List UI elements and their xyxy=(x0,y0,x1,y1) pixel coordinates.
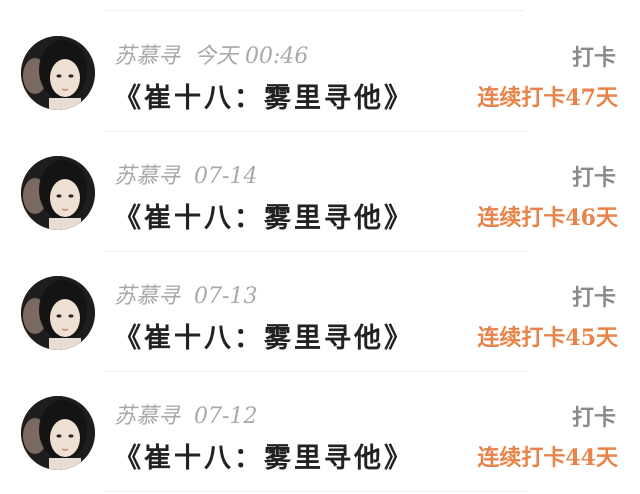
streak-count: 连续打卡45天 xyxy=(477,325,618,351)
author-name[interactable]: 苏慕寻 xyxy=(114,284,180,309)
checkin-label: 打卡 xyxy=(571,165,616,191)
post-meta: 苏慕寻 今天 00:46 xyxy=(114,38,308,70)
author-name[interactable]: 苏慕寻 xyxy=(114,44,180,69)
post-date: 07-14 xyxy=(194,164,258,189)
streak-count: 连续打卡47天 xyxy=(477,85,618,111)
book-title[interactable]: 《崔十八：雾里寻他》 xyxy=(114,436,414,475)
checkin-feed: 苏慕寻 今天 00:46 《崔十八：雾里寻他》 打卡 连续打卡47天 苏慕寻 07-… xyxy=(0,12,640,492)
avatar[interactable] xyxy=(21,276,95,350)
checkin-label: 打卡 xyxy=(571,45,616,71)
checkin-item[interactable]: 苏慕寻 07-14 《崔十八：雾里寻他》 打卡 连续打卡46天 xyxy=(0,132,640,252)
post-meta: 苏慕寻 07-12 xyxy=(114,398,257,430)
book-title[interactable]: 《崔十八：雾里寻他》 xyxy=(114,76,414,115)
book-title[interactable]: 《崔十八：雾里寻他》 xyxy=(114,196,414,235)
divider xyxy=(104,491,528,492)
checkin-item[interactable]: 苏慕寻 07-12 《崔十八：雾里寻他》 打卡 连续打卡44天 xyxy=(0,372,640,492)
post-meta: 苏慕寻 07-14 xyxy=(114,158,257,190)
avatar-photo-icon xyxy=(21,276,95,350)
checkin-label: 打卡 xyxy=(571,405,616,431)
top-divider xyxy=(104,10,524,11)
streak-count: 连续打卡44天 xyxy=(477,445,618,471)
author-name[interactable]: 苏慕寻 xyxy=(114,404,180,429)
checkin-item[interactable]: 苏慕寻 今天 00:46 《崔十八：雾里寻他》 打卡 连续打卡47天 xyxy=(0,12,640,132)
avatar-photo-icon xyxy=(21,396,95,470)
post-date: 今天 00:46 xyxy=(194,44,309,69)
author-name[interactable]: 苏慕寻 xyxy=(114,164,180,189)
avatar-photo-icon xyxy=(21,156,95,230)
checkin-item[interactable]: 苏慕寻 07-13 《崔十八：雾里寻他》 打卡 连续打卡45天 xyxy=(0,252,640,372)
avatar[interactable] xyxy=(21,156,95,230)
avatar[interactable] xyxy=(21,36,95,110)
post-date: 07-12 xyxy=(194,404,258,429)
checkin-label: 打卡 xyxy=(571,285,616,311)
post-date: 07-13 xyxy=(194,284,258,309)
avatar[interactable] xyxy=(21,396,95,470)
book-title[interactable]: 《崔十八：雾里寻他》 xyxy=(114,316,414,355)
streak-count: 连续打卡46天 xyxy=(477,205,618,231)
avatar-photo-icon xyxy=(21,36,95,110)
post-meta: 苏慕寻 07-13 xyxy=(114,278,257,310)
